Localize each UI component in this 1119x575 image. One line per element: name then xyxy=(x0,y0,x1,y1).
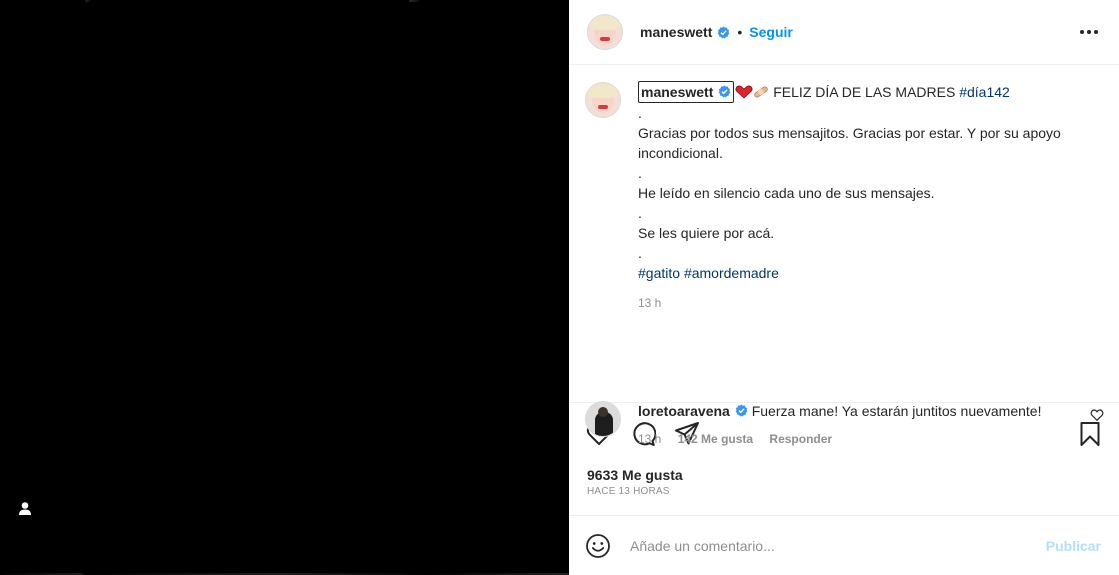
caption-meta: 13 h xyxy=(638,293,1101,313)
caption-title: FELIZ DÍA DE LAS MADRES xyxy=(773,84,956,100)
hashtag-link[interactable]: #día142 xyxy=(959,84,1010,100)
post-header: maneswett • Seguir xyxy=(569,0,1119,65)
reply-button[interactable]: Responder xyxy=(769,432,832,446)
caption-avatar[interactable] xyxy=(585,82,621,118)
verified-icon xyxy=(718,25,730,38)
heart-emoji xyxy=(735,85,753,99)
comments-section: maneswett FELIZ DÍA DE LAS MADRES #día14… xyxy=(569,65,1119,446)
verified-icon xyxy=(719,85,731,98)
comment-composer: Publicar xyxy=(569,515,1119,575)
post-media[interactable] xyxy=(0,0,569,575)
bandage-emoji xyxy=(754,86,769,98)
publish-button[interactable]: Publicar xyxy=(1046,538,1101,554)
caption-line: . xyxy=(638,105,642,121)
post-time[interactable]: HACE 13 HORAS xyxy=(569,486,1119,497)
header-separator: • xyxy=(737,24,743,40)
post-details-panel: maneswett • Seguir maneswett FELIZ DÍA D… xyxy=(569,0,1119,575)
author-username[interactable]: maneswett xyxy=(640,24,712,40)
caption-line: Se les quiere por acá. xyxy=(638,225,775,241)
commenter-username[interactable]: loretoaravena xyxy=(638,403,730,419)
comment-text: Fuerza mane! Ya estarán juntitos nuevame… xyxy=(751,403,1042,419)
author-avatar[interactable] xyxy=(587,14,623,50)
user-tag-icon[interactable] xyxy=(16,500,34,518)
caption-line: Gracias por todos sus mensajitos. Gracia… xyxy=(638,125,1061,161)
commenter-avatar[interactable] xyxy=(585,401,621,437)
hashtag-link[interactable]: #amordemadre xyxy=(684,265,779,281)
comment-input[interactable] xyxy=(630,537,1046,554)
follow-button[interactable]: Seguir xyxy=(749,24,793,40)
emoji-icon[interactable] xyxy=(585,533,611,559)
caption: maneswett FELIZ DÍA DE LAS MADRES #día14… xyxy=(585,81,1101,313)
comment-meta: 13 h 142 Me gusta Responder xyxy=(638,429,1101,449)
caption-line: . xyxy=(638,165,642,181)
caption-username: maneswett xyxy=(641,84,714,100)
caption-line: . xyxy=(638,245,642,261)
comment-likes[interactable]: 142 Me gusta xyxy=(678,432,753,446)
verified-icon xyxy=(735,404,748,417)
more-options-icon[interactable] xyxy=(1077,20,1101,44)
comment-time[interactable]: 13 h xyxy=(638,432,661,446)
comment-item: loretoaravena Fuerza mane! Ya estarán ju… xyxy=(585,400,1104,449)
media-edge-top xyxy=(0,0,569,2)
comment-like-icon[interactable] xyxy=(1090,408,1104,422)
caption-line: He leído en silencio cada uno de sus men… xyxy=(638,185,935,201)
hashtag-link[interactable]: #gatito xyxy=(638,265,680,281)
like-count[interactable]: 9633 Me gusta xyxy=(569,466,1119,484)
caption-username-link[interactable]: maneswett xyxy=(638,81,735,103)
caption-line: . xyxy=(638,205,642,221)
caption-time[interactable]: 13 h xyxy=(638,296,661,310)
